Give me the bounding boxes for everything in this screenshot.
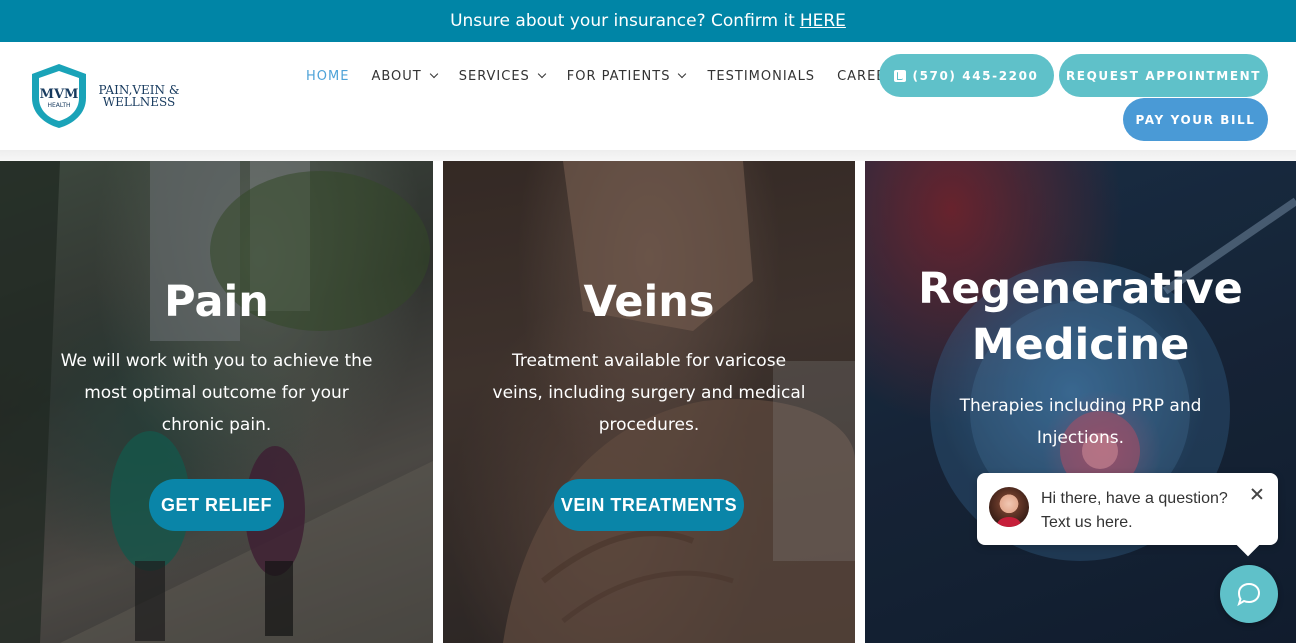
nav-testimonials[interactable]: TESTIMONIALS: [707, 69, 815, 84]
pain-panel: Pain We will work with you to achieve th…: [0, 161, 433, 643]
nav-home[interactable]: HOME: [306, 69, 349, 84]
veins-desc-line3: procedures.: [598, 415, 700, 435]
shield-logo-icon: MVM HEALTH: [32, 64, 86, 128]
site-header: MVM HEALTH PAIN,VEIN & WELLNESS HOME ABO…: [0, 42, 1296, 152]
chat-icon: [1237, 582, 1261, 607]
chevron-down-icon: [678, 69, 687, 79]
nav-testimonials-label: TESTIMONIALS: [707, 68, 816, 84]
request-appointment-label: REQUEST APPOINTMENT: [1065, 68, 1262, 83]
regenerative-title: Regenerative Medicine: [865, 261, 1296, 373]
banner-here-link[interactable]: HERE: [800, 11, 846, 31]
chat-message: Hi there, have a question? Text us here.: [1041, 487, 1241, 535]
logo[interactable]: MVM HEALTH PAIN,VEIN & WELLNESS: [28, 62, 188, 132]
pay-bill-button[interactable]: PAY YOUR BILL: [1123, 98, 1268, 141]
banner-text: Unsure about your insurance? Confirm it: [450, 11, 795, 31]
nav-for-patients[interactable]: FOR PATIENTS: [566, 68, 687, 84]
veins-desc-line1: Treatment available for varicose: [511, 351, 787, 371]
veins-title: Veins: [583, 277, 715, 327]
chat-line2: Text us here.: [1041, 514, 1133, 531]
logo-name-line2: WELLNESS: [102, 95, 176, 109]
phone-icon: [894, 69, 907, 82]
nav-about[interactable]: ABOUT: [371, 68, 438, 84]
regenerative-desc-line1: Therapies including PRP and: [959, 396, 1202, 416]
vein-treatments-button[interactable]: VEIN TREATMENTS: [554, 479, 744, 531]
pain-desc-line3: chronic pain.: [161, 415, 272, 435]
main-nav: HOME ABOUT SERVICES FOR PATIENTS TESTIMO…: [306, 66, 927, 86]
chat-launcher-button[interactable]: [1220, 565, 1278, 623]
nav-home-label: HOME: [306, 68, 350, 84]
chat-line1: Hi there, have a question?: [1041, 490, 1228, 507]
veins-description: Treatment available for varicose veins, …: [443, 345, 855, 441]
header-divider: [0, 150, 1296, 161]
close-icon[interactable]: [1250, 487, 1264, 501]
veins-panel: Veins Treatment available for varicose v…: [443, 161, 855, 643]
nav-services[interactable]: SERVICES: [458, 68, 547, 84]
pay-bill-label: PAY YOUR BILL: [1135, 112, 1256, 127]
veins-desc-line2: veins, including surgery and medical: [492, 383, 806, 403]
get-relief-button[interactable]: GET RELIEF: [149, 479, 284, 531]
nav-services-label: SERVICES: [458, 68, 530, 84]
logo-wordmark: PAIN,VEIN & WELLNESS: [94, 84, 184, 108]
nav-for-patients-label: FOR PATIENTS: [566, 68, 671, 84]
pain-description: We will work with you to achieve the mos…: [0, 345, 433, 441]
regenerative-title-line2: Medicine: [971, 320, 1190, 370]
chevron-down-icon: [429, 69, 438, 79]
phone-button[interactable]: (570) 445-2200: [879, 54, 1054, 97]
pain-title: Pain: [164, 277, 269, 327]
logo-mark: MVM: [40, 87, 79, 102]
request-appointment-button[interactable]: REQUEST APPOINTMENT: [1059, 54, 1268, 97]
insurance-banner: Unsure about your insurance? Confirm it …: [0, 0, 1296, 42]
regenerative-desc-line2: Injections.: [1036, 428, 1125, 448]
logo-sub: HEALTH: [47, 102, 70, 109]
avatar: [989, 487, 1029, 527]
chevron-down-icon: [537, 69, 547, 79]
pain-desc-line2: most optimal outcome for your: [84, 383, 349, 403]
nav-about-label: ABOUT: [371, 68, 422, 84]
regenerative-title-line1: Regenerative: [918, 264, 1243, 314]
regenerative-description: Therapies including PRP and Injections.: [865, 390, 1296, 454]
pain-desc-line1: We will work with you to achieve the: [60, 351, 373, 371]
chat-prompt[interactable]: Hi there, have a question? Text us here.: [977, 473, 1278, 545]
phone-number: (570) 445-2200: [912, 68, 1039, 83]
